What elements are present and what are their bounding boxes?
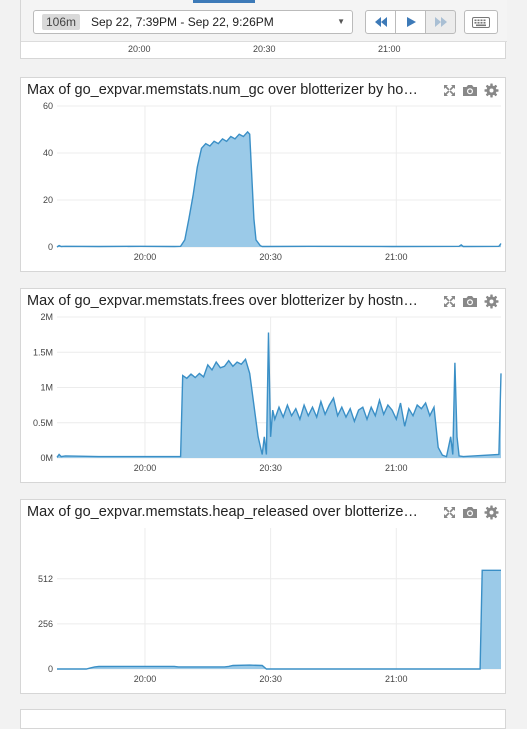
x-tick-label: 21:00 [385,252,408,262]
x-tick-label: 20:30 [259,674,282,684]
y-tick-label: 0 [48,664,53,674]
frees-chart: 0M 0.5M 1M 1.5M 2M 20:00 20:30 21:00 [33,312,502,473]
top-axis-label-2000: 20:00 [128,44,151,54]
gear-icon[interactable] [483,83,499,97]
x-tick-label: 20:00 [134,463,157,473]
y-tick-label: 0M [40,453,53,463]
num-gc-chart: 0 20 40 60 20:00 20:30 21:00 [43,101,502,262]
x-tick-label: 21:00 [385,674,408,684]
camera-icon[interactable] [462,294,478,308]
x-tick-label: 20:30 [259,252,282,262]
time-navigation [365,10,456,34]
panel-title: Max of go_expvar.memstats.heap_released … [27,504,419,520]
camera-icon[interactable] [462,83,478,97]
panel-toolbar [441,294,499,308]
y-tick-label: 0.5M [33,418,53,428]
play-icon [406,17,416,27]
x-tick-label: 21:00 [385,463,408,473]
y-tick-label: 0 [48,242,53,252]
series-line [57,569,501,670]
graph-panel-frees: 0M 0.5M 1M 1.5M 2M 20:00 20:30 21:00 Max of go_… [20,288,506,483]
duration-badge: 106m [42,14,81,30]
graph-panel-heap-released: 0 256 512 20:00 20:30 21:00 Max of go_expvar.… [20,499,506,694]
timeframe-header: 106m Sep 22, 7:39PM - Sep 22, 9:26PM ▼ 2… [20,0,507,59]
gear-icon[interactable] [483,294,499,308]
caret-down-icon: ▼ [337,17,345,26]
rewind-button[interactable] [365,10,396,34]
top-axis-label-2100: 21:00 [378,44,401,54]
panel-toolbar [441,83,499,97]
keyboard-icon [472,16,490,28]
fullscreen-icon[interactable] [441,294,457,308]
timeframe-select[interactable]: 106m Sep 22, 7:39PM - Sep 22, 9:26PM ▼ [33,10,353,34]
series-line [56,130,502,248]
camera-icon[interactable] [462,505,478,519]
fullscreen-icon[interactable] [441,505,457,519]
gear-icon[interactable] [483,505,499,519]
series-area [57,131,501,247]
fast-forward-icon [434,17,447,27]
graph-panel-next [20,709,506,729]
y-tick-label: 256 [38,619,53,629]
active-tab-indicator [193,0,255,3]
heap-released-chart: 0 256 512 20:00 20:30 21:00 [38,528,501,684]
top-axis-label-2030: 20:30 [253,44,276,54]
series-area [57,570,501,669]
y-tick-label: 20 [43,195,53,205]
y-tick-label: 40 [43,148,53,158]
graph-panel-num-gc: 0 20 40 60 20:00 20:30 21:00 Max of go_expvar.… [20,77,506,272]
fullscreen-icon[interactable] [441,83,457,97]
fast-forward-button[interactable] [425,10,456,34]
y-tick-label: 512 [38,574,53,584]
keyboard-shortcuts-button[interactable] [464,10,498,34]
time-controls-bar: 106m Sep 22, 7:39PM - Sep 22, 9:26PM ▼ [21,0,507,42]
play-button[interactable] [395,10,426,34]
y-tick-label: 2M [40,312,53,322]
y-tick-label: 1.5M [33,347,53,357]
panel-title: Max of go_expvar.memstats.frees over blo… [27,293,419,309]
time-range-text: Sep 22, 7:39PM - Sep 22, 9:26PM [91,15,274,29]
y-tick-label: 60 [43,101,53,111]
rewind-icon [374,17,387,27]
x-tick-label: 20:30 [259,463,282,473]
series-area [57,332,501,458]
panel-toolbar [441,505,499,519]
x-tick-label: 20:00 [134,252,157,262]
panel-title: Max of go_expvar.memstats.num_gc over bl… [27,82,419,98]
x-tick-label: 20:00 [134,674,157,684]
y-tick-label: 1M [40,383,53,393]
